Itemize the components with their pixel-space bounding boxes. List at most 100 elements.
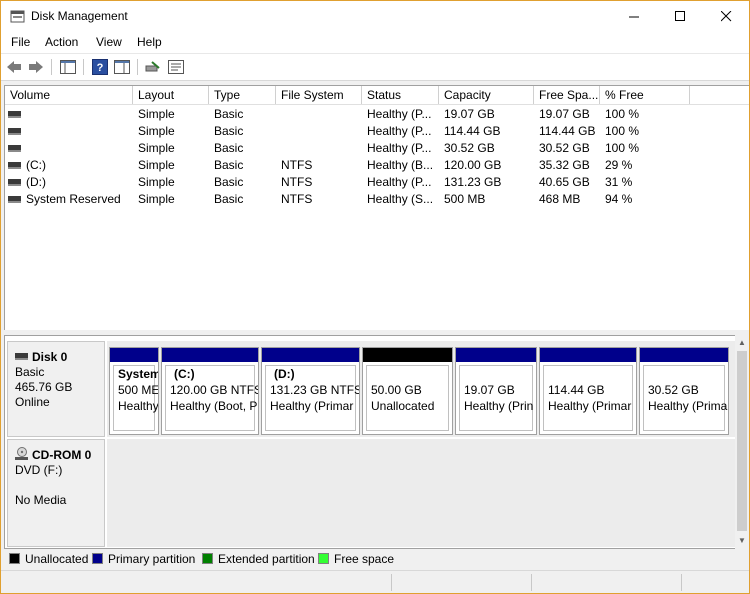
volume-drive-icon — [8, 145, 21, 153]
file-system-cell: NTFS — [281, 192, 313, 206]
show-hide-console-tree-button[interactable] — [59, 58, 77, 76]
partition-status: Healthy — [118, 399, 159, 413]
partition-c[interactable]: (C:) 120.00 GB NTFS Healthy (Boot, P — [161, 347, 259, 435]
type-cell: Basic — [214, 192, 244, 206]
partition-114gb[interactable]: 114.44 GB Healthy (Primar — [539, 347, 637, 435]
column-header-capacity[interactable]: Capacity — [439, 86, 534, 104]
properties-button[interactable] — [167, 58, 185, 76]
volume-name-cell: (D:) — [8, 174, 46, 191]
legend: Unallocated Primary partition Extended p… — [4, 549, 748, 569]
cdrom-name: CD-ROM 0 — [32, 448, 92, 462]
svg-text:?: ? — [97, 62, 104, 74]
partition-d[interactable]: (D:) 131.23 GB NTFS Healthy (Primar — [261, 347, 360, 435]
drive-key-icon — [145, 61, 160, 72]
menu-view[interactable]: View — [96, 35, 122, 49]
volume-drive-icon — [8, 196, 21, 204]
chevron-up-icon: ▲ — [738, 337, 746, 347]
type-cell: Basic — [214, 175, 244, 189]
primary-partition-bar — [456, 348, 536, 363]
percent-free-cell: 31 % — [605, 175, 633, 189]
status-cell: Healthy (P... — [367, 107, 432, 121]
legend-extended-partition: Extended partition — [218, 552, 315, 566]
partition-size: 19.07 GB — [464, 383, 515, 397]
connect-virtual-disk-button[interactable] — [144, 58, 162, 76]
menu-file[interactable]: File — [11, 35, 30, 49]
title-bar: Disk Management — [1, 1, 749, 32]
volume-name-cell — [8, 106, 26, 123]
back-button[interactable] — [5, 58, 23, 76]
unallocated-bar — [363, 348, 452, 363]
disk-status: Online — [15, 395, 50, 409]
volume-drive-icon — [8, 179, 21, 187]
help-button[interactable]: ? — [91, 58, 109, 76]
disk-0-label[interactable]: Disk 0 Basic 465.76 GB Online — [7, 341, 105, 437]
partition-size: 131.23 GB NTFS — [270, 383, 360, 397]
maximize-button[interactable] — [657, 1, 703, 32]
forward-button[interactable] — [27, 58, 45, 76]
volume-list[interactable]: Volume Layout Type File System Status Ca… — [4, 85, 749, 331]
menu-help[interactable]: Help — [137, 35, 162, 49]
toolbar-separator — [137, 59, 138, 75]
extended-partition-swatch — [202, 553, 213, 564]
cdrom-drive-letter: DVD (F:) — [15, 463, 63, 477]
properties-icon — [168, 60, 184, 74]
percent-free-cell: 100 % — [605, 141, 640, 155]
volume-name-cell — [8, 123, 26, 140]
table-row[interactable]: Simple Basic Healthy (P... 30.52 GB 30.5… — [5, 140, 749, 157]
table-row[interactable]: Simple Basic Healthy (P... 114.44 GB 114… — [5, 123, 749, 140]
column-header-volume[interactable]: Volume — [5, 86, 133, 104]
table-row[interactable]: Simple Basic Healthy (P... 19.07 GB 19.0… — [5, 106, 749, 123]
close-button[interactable] — [703, 1, 749, 32]
column-header-percent-free[interactable]: % Free — [600, 86, 690, 104]
cdrom-media-status: No Media — [15, 493, 67, 507]
volume-name: (C:) — [26, 158, 46, 172]
partition-unallocated[interactable]: 50.00 GB Unallocated — [362, 347, 453, 435]
partition-name: (D:) — [274, 367, 295, 381]
percent-free-cell: 94 % — [605, 192, 633, 206]
scroll-thumb[interactable] — [737, 351, 747, 531]
partition-system-reserved[interactable]: System 500 ME Healthy — [109, 347, 159, 435]
primary-partition-bar — [540, 348, 636, 363]
column-header-free-space[interactable]: Free Spa... — [534, 86, 600, 104]
menu-bar: File Action View Help — [1, 32, 749, 54]
show-action-pane-button[interactable] — [113, 58, 131, 76]
table-row[interactable]: System Reserved Simple Basic NTFS Health… — [5, 191, 749, 208]
file-system-cell: NTFS — [281, 175, 313, 189]
status-cell: Healthy (P... — [367, 124, 432, 138]
cdrom-0-label[interactable]: CD-ROM 0 DVD (F:) No Media — [7, 439, 105, 547]
status-cell: Healthy (B... — [367, 158, 434, 172]
capacity-cell: 19.07 GB — [444, 107, 495, 121]
column-header-file-system[interactable]: File System — [276, 86, 362, 104]
disk-management-app-icon — [10, 10, 25, 23]
partition-size: 50.00 GB — [371, 383, 422, 397]
minimize-button[interactable] — [611, 1, 657, 32]
partition-30gb[interactable]: 30.52 GB Healthy (Prima — [639, 347, 729, 435]
free-space-cell: 114.44 GB — [539, 124, 596, 138]
status-cell: Healthy (P... — [367, 175, 432, 189]
chevron-down-icon: ▼ — [738, 535, 746, 545]
disk-type: Basic — [15, 365, 45, 379]
column-header-layout[interactable]: Layout — [133, 86, 209, 104]
volume-name-cell: (C:) — [8, 157, 46, 174]
scroll-up-button[interactable]: ▲ — [735, 335, 749, 349]
column-header-type[interactable]: Type — [209, 86, 276, 104]
toolbar-separator — [51, 59, 52, 75]
table-row[interactable]: (C:) Simple Basic NTFS Healthy (B... 120… — [5, 157, 749, 174]
toolbar-separator — [83, 59, 84, 75]
disk-map-scrollbar[interactable]: ▲ ▼ — [735, 335, 749, 549]
primary-partition-bar — [640, 348, 728, 363]
menu-action[interactable]: Action — [45, 35, 78, 49]
pane-splitter[interactable] — [1, 330, 749, 334]
volume-drive-icon — [8, 128, 21, 136]
capacity-cell: 30.52 GB — [444, 141, 495, 155]
percent-free-cell: 100 % — [605, 107, 640, 121]
table-row[interactable]: (D:) Simple Basic NTFS Healthy (P... 131… — [5, 174, 749, 191]
column-header-status[interactable]: Status — [362, 86, 439, 104]
disk-0-partitions: System 500 ME Healthy (C:) 120.00 GB NTF… — [107, 341, 735, 437]
free-space-swatch — [318, 553, 329, 564]
scroll-down-button[interactable]: ▼ — [735, 533, 749, 547]
partition-19gb[interactable]: 19.07 GB Healthy (Prin — [455, 347, 537, 435]
unallocated-swatch — [9, 553, 20, 564]
volume-name: (D:) — [26, 175, 46, 189]
forward-arrow-icon — [29, 61, 43, 73]
